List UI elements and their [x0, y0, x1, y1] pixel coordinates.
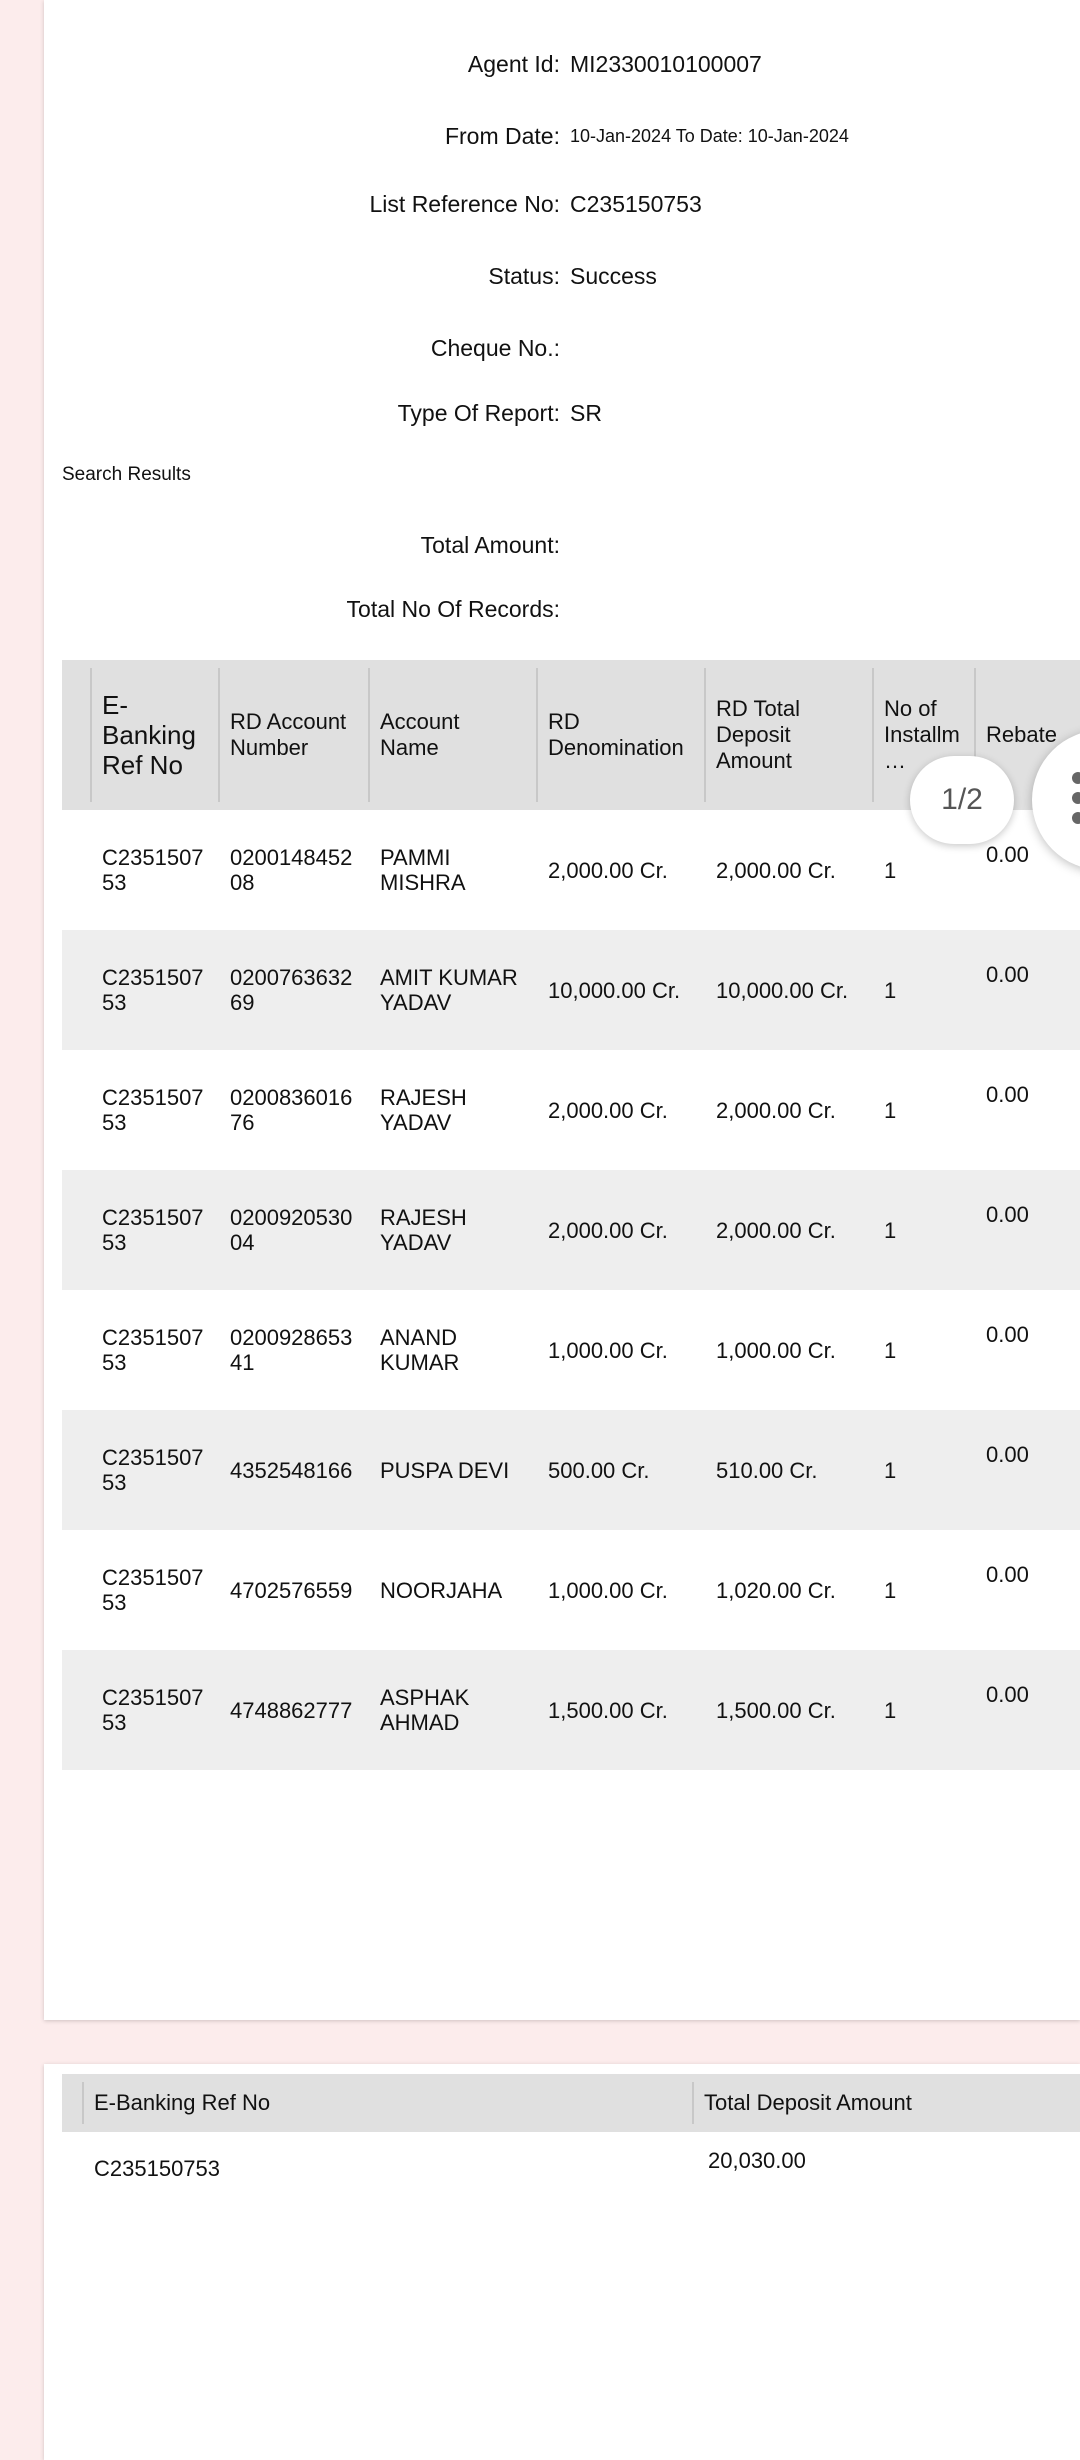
cell-rd-account: 4702576559	[230, 1577, 353, 1603]
cell-rd-total-deposit: 10,000.00 Cr.	[716, 977, 849, 1003]
status-row: Status: Success	[44, 256, 1080, 296]
cell-rd-account: 0200763632 69	[230, 965, 353, 1015]
cell-rd-denomination: 500.00 Cr.	[548, 1457, 650, 1483]
cell-rd-denomination: 1,500.00 Cr.	[548, 1697, 668, 1723]
status-label: Status:	[488, 263, 560, 289]
agent-id-label: Agent Id:	[467, 51, 560, 77]
cell-rd-denomination: 2,000.00 Cr.	[548, 1097, 668, 1123]
cell-installments: 1	[884, 1697, 897, 1723]
cell-ebanking-ref: C2351507 53	[102, 1565, 204, 1615]
results-table-body: C2351507 53 0200148452 08 PAMMI MISHRA 2,00…	[62, 810, 1080, 1770]
cell-account-name: PUSPA DEVI	[380, 1457, 510, 1483]
cell-ebanking-ref: C2351507 53	[102, 1205, 204, 1255]
cell-rd-denomination: 10,000.00 Cr.	[548, 977, 681, 1003]
cell-rd-denomination: 1,000.00 Cr.	[548, 1337, 668, 1363]
list-reference-label: List Reference No:	[369, 191, 560, 217]
summary-ref-value: C235150753	[94, 2156, 221, 2181]
cell-ebanking-ref: C2351507 53	[102, 1685, 204, 1735]
list-reference-row: List Reference No: C235150753	[44, 184, 1080, 224]
summary-header-ref: E-Banking Ref No	[82, 2082, 694, 2124]
report-type-value: SR	[570, 400, 602, 426]
summary-table-header: E-Banking Ref No Total Deposit Amount	[62, 2074, 1080, 2132]
header-ebanking-ref: E- Banking Ref No	[90, 668, 218, 802]
cell-rebate: 0.00	[986, 1322, 1029, 1347]
summary-total-value: 20,030.00	[708, 2148, 806, 2173]
header-account-name: Account Name	[368, 668, 536, 802]
cell-ebanking-ref: C2351507 53	[102, 1325, 204, 1375]
grid-dots-icon	[1072, 772, 1080, 832]
cell-account-name: ASPHAK AHMAD	[380, 1685, 470, 1735]
cell-installments: 1	[884, 1457, 897, 1483]
total-amount-label: Total Amount:	[420, 532, 560, 558]
date-range-value: 10-Jan-2024 To Date: 10-Jan-2024	[570, 126, 849, 146]
cell-account-name: RAJESH YADAV	[380, 1205, 467, 1255]
table-row: C2351507 53 0200920530 04 RAJESH YADAV 2,00…	[62, 1170, 1080, 1290]
table-row: C2351507 53 4352548166 PUSPA DEVI 500.00 Cr…	[62, 1410, 1080, 1530]
cell-rd-account: 0200148452 08	[230, 845, 353, 895]
cell-ebanking-ref: C2351507 53	[102, 1445, 204, 1495]
table-row: C2351507 53 4702576559 NOORJAHA 1,000.00 Cr…	[62, 1530, 1080, 1650]
cell-account-name: RAJESH YADAV	[380, 1085, 467, 1135]
cell-installments: 1	[884, 977, 897, 1003]
page-indicator[interactable]: 1/2	[910, 756, 1014, 844]
summary-header-total: Total Deposit Amount	[692, 2082, 1080, 2124]
report-page-2: E-Banking Ref No Total Deposit Amount C2…	[44, 2064, 1080, 2460]
cell-installments: 1	[884, 1337, 897, 1363]
header-rd-denomination: RD Denomination	[536, 668, 704, 802]
list-reference-value: C235150753	[570, 191, 702, 217]
cell-rd-account: 4748862777	[230, 1697, 353, 1723]
table-row: C2351507 53 0200928653 41 ANAND KUMAR 1,000…	[62, 1290, 1080, 1410]
header-rd-account: RD Account Number	[218, 668, 368, 802]
report-type-row: Type Of Report: SR	[44, 393, 1080, 433]
cell-rebate: 0.00	[986, 1202, 1029, 1227]
date-range-row: From Date: 10-Jan-2024 To Date: 10-Jan-2…	[44, 116, 1080, 156]
cell-rd-total-deposit: 2,000.00 Cr.	[716, 857, 836, 883]
total-records-row: Total No Of Records:	[44, 589, 1080, 629]
status-value: Success	[570, 263, 657, 289]
cell-installments: 1	[884, 1577, 897, 1603]
cell-rd-denomination: 2,000.00 Cr.	[548, 857, 668, 883]
cell-account-name: PAMMI MISHRA	[380, 845, 466, 895]
table-row: C2351507 53 0200763632 69 AMIT KUMAR YADAV…	[62, 930, 1080, 1050]
cell-rd-total-deposit: 1,020.00 Cr.	[716, 1577, 836, 1603]
cheque-label: Cheque No.:	[430, 335, 560, 361]
cell-rebate: 0.00	[986, 962, 1029, 987]
cell-ebanking-ref: C2351507 53	[102, 965, 204, 1015]
total-records-label: Total No Of Records:	[346, 596, 560, 622]
cell-ebanking-ref: C2351507 53	[102, 845, 204, 895]
search-results-heading: Search Results	[62, 464, 191, 485]
cell-rd-total-deposit: 2,000.00 Cr.	[716, 1217, 836, 1243]
cell-rebate: 0.00	[986, 1442, 1029, 1467]
table-row: C2351507 53 4748862777 ASPHAK AHMAD 1,500.0…	[62, 1650, 1080, 1770]
cell-installments: 1	[884, 1097, 897, 1123]
cell-rd-account: 4352548166	[230, 1457, 353, 1483]
cell-rd-total-deposit: 1,500.00 Cr.	[716, 1697, 836, 1723]
cheque-row: Cheque No.:	[44, 328, 1080, 368]
cell-rd-denomination: 2,000.00 Cr.	[548, 1217, 668, 1243]
cell-installments: 1	[884, 1217, 897, 1243]
cell-rd-denomination: 1,000.00 Cr.	[548, 1577, 668, 1603]
cell-rd-total-deposit: 2,000.00 Cr.	[716, 1097, 836, 1123]
cell-account-name: AMIT KUMAR YADAV	[380, 965, 518, 1015]
cell-account-name: NOORJAHA	[380, 1577, 503, 1603]
cell-rd-account: 0200836016 76	[230, 1085, 353, 1135]
table-row: C2351507 53 0200836016 76 RAJESH YADAV 2,00…	[62, 1050, 1080, 1170]
cell-rebate: 0.00	[986, 1562, 1029, 1587]
agent-id-value: MI2330010100007	[570, 51, 762, 77]
header-rd-total-deposit: RD Total Deposit Amount	[704, 668, 872, 802]
total-amount-row: Total Amount:	[44, 525, 1080, 565]
cell-rd-account: 0200920530 04	[230, 1205, 353, 1255]
cell-rebate: 0.00	[986, 1082, 1029, 1107]
report-page-1: Agent Id: MI2330010100007 From Date: 10-…	[44, 0, 1080, 2020]
cell-rd-total-deposit: 1,000.00 Cr.	[716, 1337, 836, 1363]
cell-rd-account: 0200928653 41	[230, 1325, 353, 1375]
cell-ebanking-ref: C2351507 53	[102, 1085, 204, 1135]
cell-rd-total-deposit: 510.00 Cr.	[716, 1457, 818, 1483]
report-type-label: Type Of Report:	[397, 400, 560, 426]
cell-account-name: ANAND KUMAR	[380, 1325, 460, 1375]
from-date-label: From Date:	[444, 123, 560, 149]
cell-rebate: 0.00	[986, 1682, 1029, 1707]
agent-id-row: Agent Id: MI2330010100007	[44, 44, 1080, 84]
